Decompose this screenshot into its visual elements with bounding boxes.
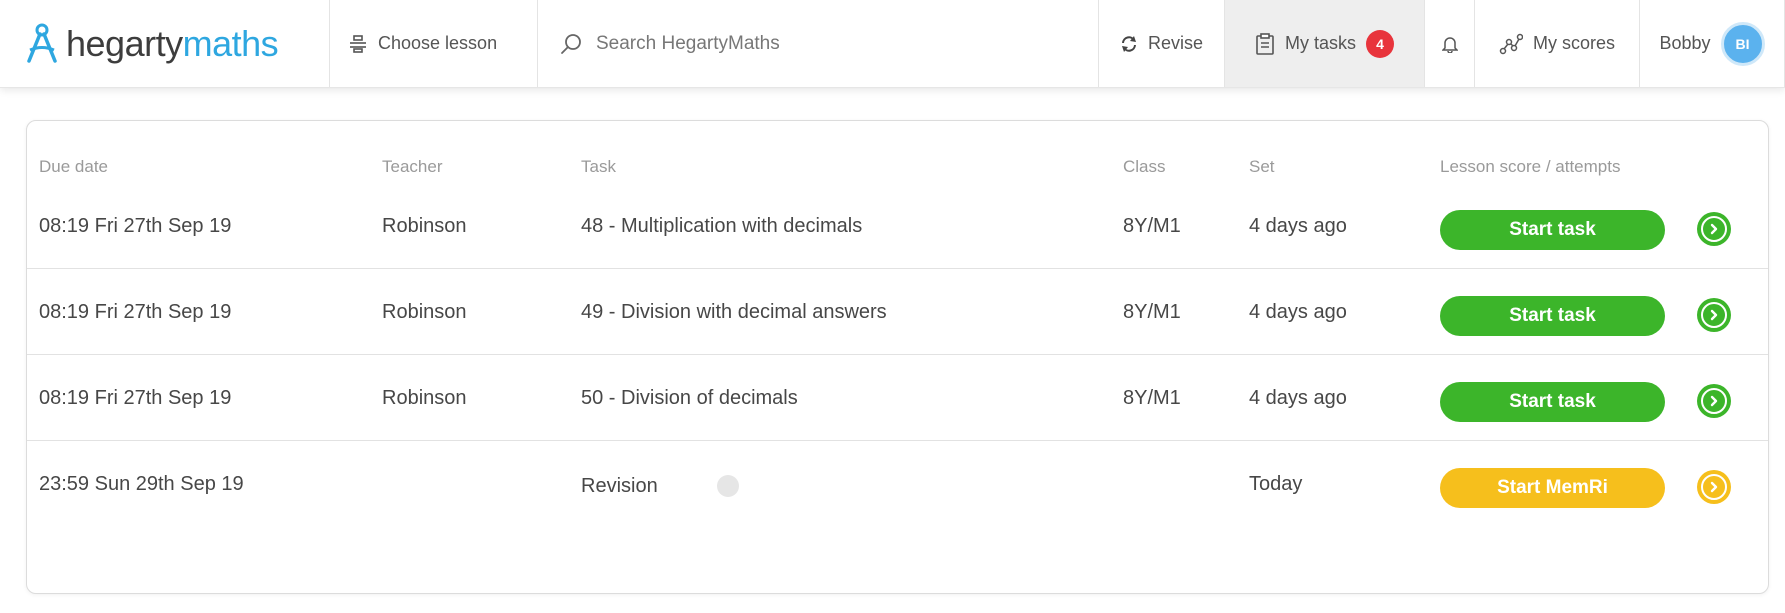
tasks-table: Due date Teacher Task Class Set Lesson s… [26,120,1769,594]
set-cell: 4 days ago [1249,215,1347,237]
set-cell: Today [1249,473,1303,495]
header-task: Task [581,157,616,176]
table-row: 23:59 Sun 29th Sep 19 Revision Today Sta… [27,441,1768,527]
table-row: 08:19 Fri 27th Sep 19 Robinson 48 - Mult… [27,183,1768,269]
teacher-cell: Robinson [382,387,467,409]
compass-logo-icon [27,23,57,63]
task-cell: 49 - Division with decimal answers [581,301,887,323]
set-cell: 4 days ago [1249,301,1347,323]
tasks-count-badge: 4 [1366,29,1394,58]
due-date-cell: 08:19 Fri 27th Sep 19 [39,387,232,409]
start-task-button[interactable]: Start task [1440,296,1665,336]
arrow-ring [1701,388,1727,414]
class-cell: 8Y/M1 [1123,387,1181,409]
teacher-cell: Robinson [382,301,467,323]
chevron-right-icon [1710,223,1718,235]
bell-icon [1441,36,1458,53]
header-lesson-score: Lesson score / attempts [1440,157,1621,176]
logo[interactable]: hegartymaths [0,0,330,87]
table-row: 08:19 Fri 27th Sep 19 Robinson 50 - Divi… [27,355,1768,441]
refresh-icon [1121,35,1136,52]
header-class: Class [1123,157,1166,176]
arrow-ring [1701,474,1727,500]
teacher-cell: Robinson [382,215,467,237]
search-input[interactable] [596,32,1016,55]
logo-text: hegartymaths [66,22,279,64]
header-teacher: Teacher [382,157,443,176]
arrow-ring [1701,216,1727,242]
notifications-button[interactable] [1425,0,1475,87]
start-task-button[interactable]: Start task [1440,210,1665,250]
search-bar[interactable] [538,0,1099,87]
arrow-ring [1701,302,1727,328]
set-cell: 4 days ago [1249,387,1347,409]
top-navigation-bar: hegartymaths Choose lesson Revise [0,0,1785,88]
task-cell: 50 - Division of decimals [581,387,798,409]
header-set: Set [1249,157,1275,176]
open-task-arrow-icon[interactable] [1697,384,1731,418]
table-row: 08:19 Fri 27th Sep 19 Robinson 49 - Divi… [27,269,1768,355]
due-date-cell: 08:19 Fri 27th Sep 19 [39,301,232,323]
choose-lesson-label: Choose lesson [378,33,498,53]
start-memri-button[interactable]: Start MemRi [1440,468,1665,508]
task-cell: 48 - Multiplication with decimals [581,215,863,237]
start-task-button[interactable]: Start task [1440,382,1665,422]
my-scores-label: My scores [1532,33,1615,53]
due-date-cell: 23:59 Sun 29th Sep 19 [39,473,244,495]
class-cell: 8Y/M1 [1123,215,1181,237]
lesson-stack-icon [350,34,366,53]
open-revision-arrow-icon[interactable] [1697,470,1731,504]
my-tasks-label: My tasks [1284,33,1356,53]
my-scores-button[interactable]: My scores [1475,0,1640,87]
user-menu[interactable]: Bobby BI [1640,0,1785,87]
clipboard-icon [1256,32,1274,55]
scores-graph-icon [1499,33,1523,54]
chevron-right-icon [1710,395,1718,407]
avatar: BI [1720,21,1765,66]
search-icon [561,33,581,54]
class-cell: 8Y/M1 [1123,301,1181,323]
revise-label: Revise [1147,33,1204,53]
task-cell: Revision [581,475,658,497]
open-task-arrow-icon[interactable] [1697,212,1731,246]
choose-lesson-button[interactable]: Choose lesson [330,0,538,87]
due-date-cell: 08:19 Fri 27th Sep 19 [39,215,232,237]
chevron-right-icon [1710,309,1718,321]
user-name: Bobby [1659,33,1711,53]
revise-button[interactable]: Revise [1099,0,1225,87]
my-tasks-button[interactable]: My tasks 4 [1225,0,1425,87]
header-due-date: Due date [39,157,108,176]
chevron-right-icon [1710,481,1718,493]
open-task-arrow-icon[interactable] [1697,298,1731,332]
info-icon[interactable] [717,475,739,497]
